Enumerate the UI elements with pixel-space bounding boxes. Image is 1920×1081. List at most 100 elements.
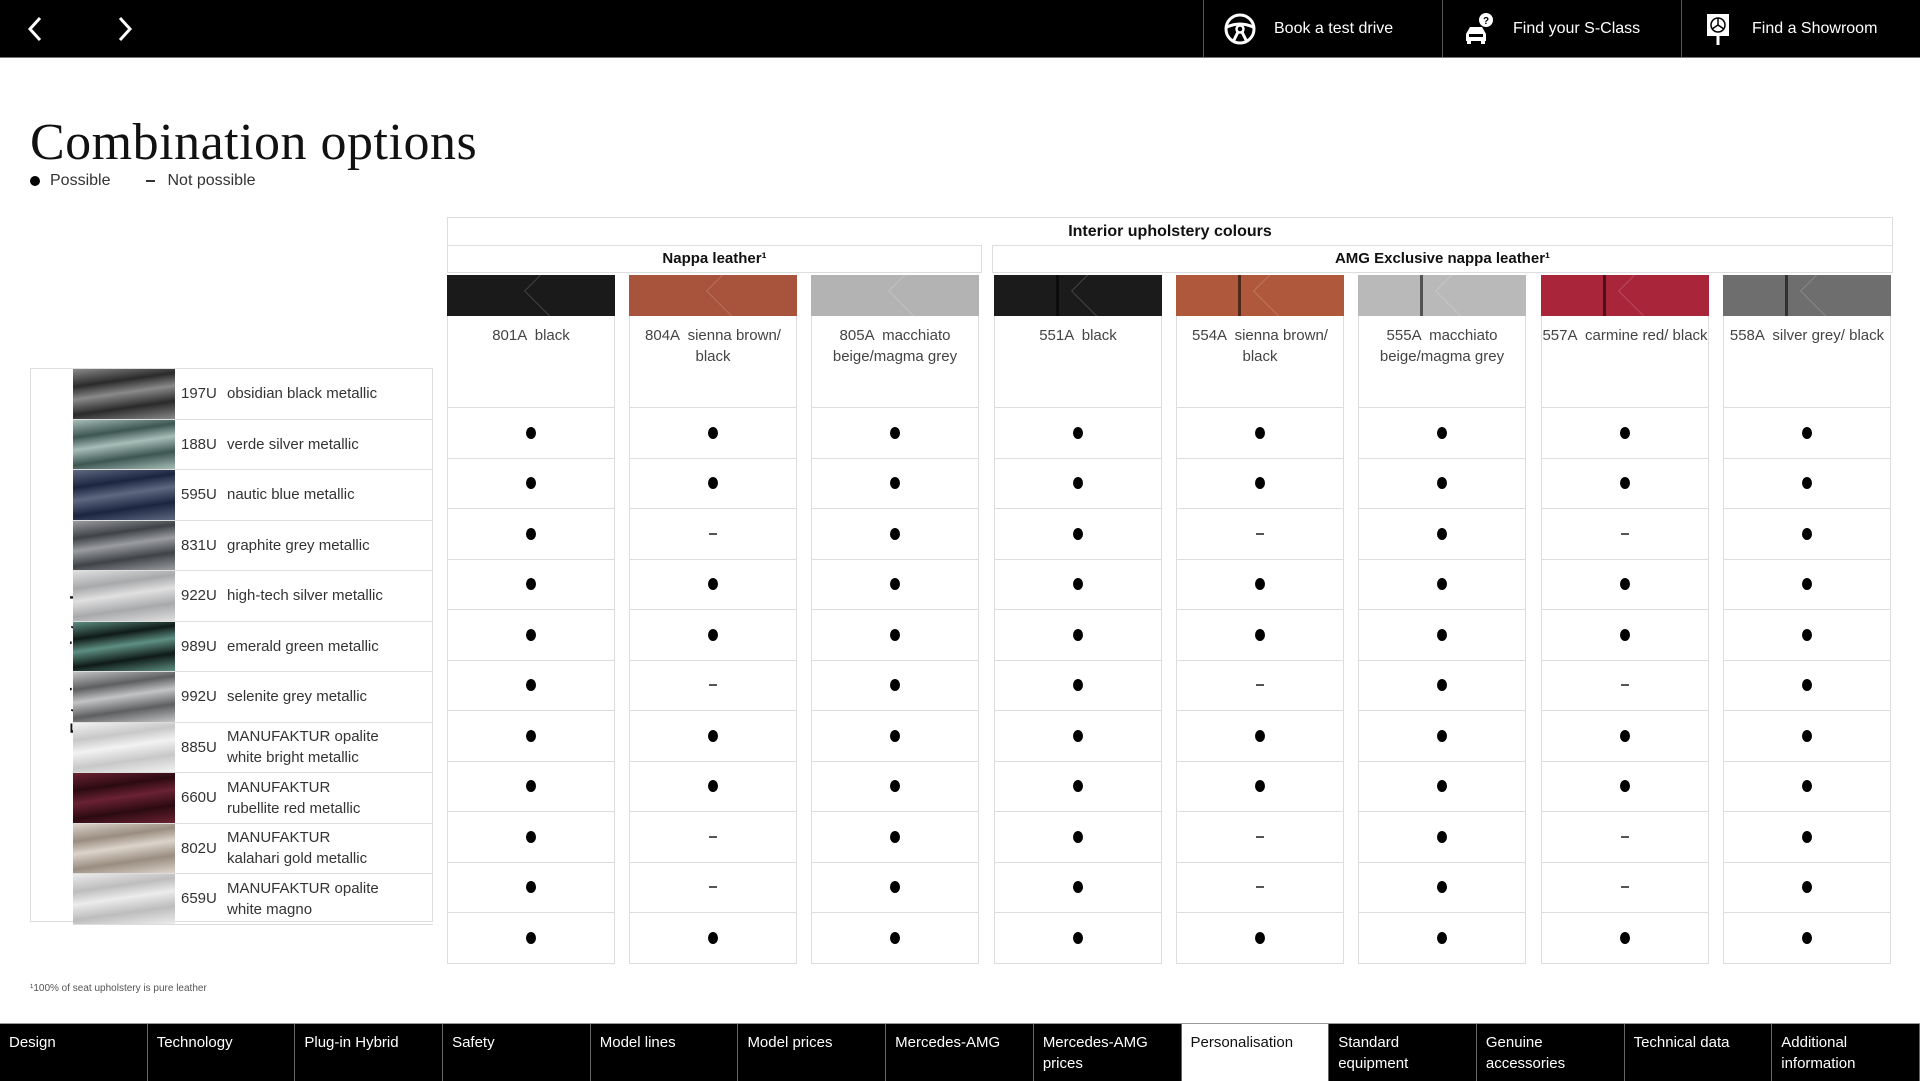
possible-dot-icon xyxy=(1073,527,1083,540)
possible-dot-icon xyxy=(1802,679,1812,692)
tab-personalisation[interactable]: Personalisation xyxy=(1181,1024,1330,1081)
tab-model-prices[interactable]: Model prices xyxy=(738,1024,887,1081)
tab-technical-data[interactable]: Technical data xyxy=(1625,1024,1773,1081)
interior-header: Interior upholstery colours Nappa leathe… xyxy=(447,217,1893,273)
possible-dot-icon xyxy=(526,780,536,793)
upholstery-swatch xyxy=(629,275,797,316)
possible-dot-icon xyxy=(1073,881,1083,894)
upholstery-swatch xyxy=(1723,275,1891,316)
paint-swatch xyxy=(73,823,175,873)
tab-mercedes-amg[interactable]: Mercedes-AMG xyxy=(886,1024,1034,1081)
paint-name: obsidian black metallic xyxy=(227,385,378,403)
tab-technology[interactable]: Technology xyxy=(148,1024,296,1081)
possible-dot-icon xyxy=(526,881,536,894)
combo-cell-922u-801a xyxy=(447,610,615,661)
possible-dot-icon xyxy=(708,477,718,490)
possible-dot-icon xyxy=(1437,527,1447,540)
paint-swatch xyxy=(73,621,175,671)
possible-dot-icon xyxy=(1437,426,1447,439)
combo-cell-802u-554a xyxy=(1176,862,1344,913)
combo-cell-802u-804a xyxy=(629,862,797,913)
possible-dot-icon xyxy=(1620,578,1630,591)
possible-dot-icon xyxy=(1073,679,1083,692)
combo-cell-660u-551a xyxy=(994,812,1162,863)
section-tabs: Design Technology Plug-in Hybrid Safety Mode… xyxy=(0,1023,1920,1081)
combo-cell-922u-551a xyxy=(994,610,1162,661)
paint-swatch xyxy=(73,773,175,823)
possible-dot-icon xyxy=(1437,679,1447,692)
combo-cell-802u-801a xyxy=(447,862,615,913)
combo-cell-831u-551a xyxy=(994,559,1162,610)
possible-dot-icon xyxy=(526,931,536,944)
combo-cell-197u-554a xyxy=(1176,408,1344,459)
possible-dot-icon xyxy=(1802,578,1812,591)
tab-mercedes-amg-prices[interactable]: Mercedes-AMG prices xyxy=(1034,1024,1182,1081)
find-your-s-class-button[interactable]: ? Find your S-Class xyxy=(1442,0,1681,57)
possible-dot-icon xyxy=(1437,881,1447,894)
paint-name: verde silver metallic xyxy=(227,435,359,453)
possible-dot-icon xyxy=(1802,729,1812,742)
possible-dot-icon xyxy=(890,830,900,843)
possible-dot-icon xyxy=(1073,628,1083,641)
combo-cell-188u-801a xyxy=(447,458,615,509)
possible-dot-icon xyxy=(526,426,536,439)
tab-plug-in-hybrid[interactable]: Plug-in Hybrid xyxy=(295,1024,444,1081)
possible-dot-icon xyxy=(708,931,718,944)
combo-cell-188u-804a xyxy=(629,458,797,509)
possible-dot-icon xyxy=(1255,477,1265,490)
combo-cell-188u-805a xyxy=(811,458,979,509)
possible-dot-icon xyxy=(890,426,900,439)
legend-not-possible-label: Not possible xyxy=(167,172,256,189)
possible-dot-icon xyxy=(1620,477,1630,490)
not-possible-dash-icon xyxy=(1256,835,1264,838)
possible-dot-icon xyxy=(1620,426,1630,439)
exterior-row-989u: 989U emerald green metallic xyxy=(73,621,433,672)
find-your-s-class-label: Find your S-Class xyxy=(1513,19,1641,37)
tab-additional-information[interactable]: Additional information xyxy=(1772,1024,1920,1081)
combo-cell-659u-551a xyxy=(994,913,1162,964)
next-page-button[interactable] xyxy=(104,10,144,48)
previous-page-button[interactable] xyxy=(16,10,56,48)
combo-cell-989u-804a xyxy=(629,660,797,711)
possible-dot-icon xyxy=(890,780,900,793)
not-possible-dash-icon xyxy=(1256,532,1264,535)
possible-dot-icon xyxy=(708,426,718,439)
tab-genuine-accessories[interactable]: Genuine accessories xyxy=(1477,1024,1625,1081)
interior-column-551a: 551A black xyxy=(994,275,1162,964)
paint-code: 989U xyxy=(181,637,217,655)
paint-name: graphite grey metallic xyxy=(227,536,370,554)
combo-cell-595u-804a xyxy=(629,509,797,560)
possible-dot-icon xyxy=(1802,628,1812,641)
tab-model-lines[interactable]: Model lines xyxy=(591,1024,739,1081)
upholstery-swatch xyxy=(1541,275,1709,316)
possible-dot-icon xyxy=(1073,830,1083,843)
combo-cell-992u-805a xyxy=(811,711,979,762)
paint-code: 922U xyxy=(181,587,217,605)
combo-cell-197u-551a xyxy=(994,408,1162,459)
book-test-drive-button[interactable]: Book a test drive xyxy=(1203,0,1442,57)
paint-name: selenite grey metallic xyxy=(227,688,368,706)
legend: Possible Not possible xyxy=(30,172,292,190)
possible-dot-icon xyxy=(1255,628,1265,641)
tab-safety[interactable]: Safety xyxy=(443,1024,591,1081)
paint-swatch xyxy=(73,874,175,924)
combo-cell-992u-801a xyxy=(447,711,615,762)
possible-dot-icon xyxy=(1073,780,1083,793)
possible-dot-icon xyxy=(890,578,900,591)
combo-cell-660u-805a xyxy=(811,812,979,863)
quilt-pattern xyxy=(1617,275,1709,316)
combo-cell-802u-805a xyxy=(811,862,979,913)
possible-dot-icon xyxy=(708,780,718,793)
tab-standard-equipment[interactable]: Standard equipment xyxy=(1329,1024,1477,1081)
possible-dot-icon xyxy=(1073,477,1083,490)
paint-label: 660U MANUFAKTUR rubellite red metallic xyxy=(175,773,387,823)
combo-cell-831u-554a xyxy=(1176,559,1344,610)
find-showroom-button[interactable]: Find a Showroom xyxy=(1681,0,1920,57)
combo-cell-992u-555a xyxy=(1358,711,1526,762)
combo-cell-660u-554a xyxy=(1176,812,1344,863)
upholstery-label: 554A sienna brown/ black xyxy=(1176,316,1344,408)
tab-design[interactable]: Design xyxy=(0,1024,148,1081)
interior-column-801a: 801A black xyxy=(447,275,615,964)
possible-dot-icon xyxy=(1620,780,1630,793)
group-title-nappa: Nappa leather¹ xyxy=(662,250,767,267)
